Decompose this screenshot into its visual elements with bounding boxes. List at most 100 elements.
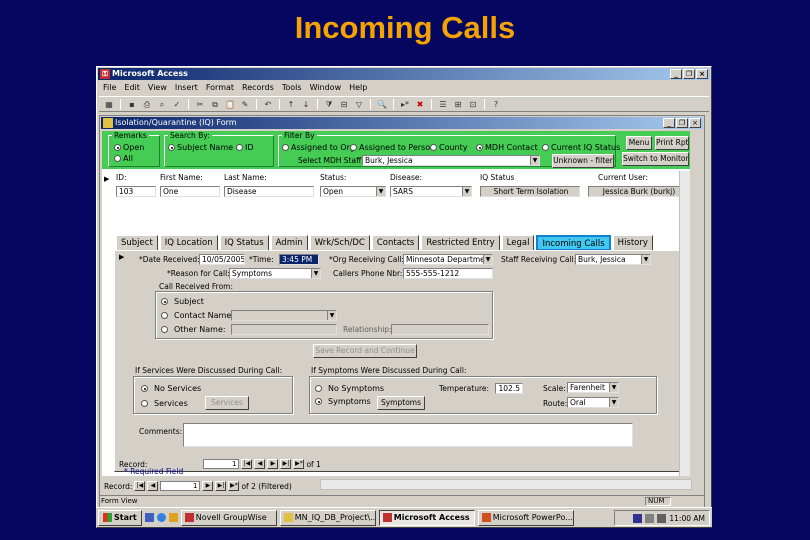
scale-dropdown[interactable]: Farenheit ▼ — [567, 382, 619, 393]
radio-assigned-person[interactable] — [350, 144, 357, 151]
chevron-down-icon[interactable]: ▼ — [311, 269, 320, 278]
chevron-down-icon[interactable]: ▼ — [376, 187, 385, 196]
radio-services[interactable] — [141, 400, 148, 407]
properties-icon[interactable]: ☰ — [437, 99, 449, 110]
filter-option-assigned-person[interactable]: Assigned to Person — [350, 143, 435, 152]
undo-icon[interactable]: ↶ — [262, 99, 274, 110]
callers-phone-field[interactable]: 555-555-1212 — [403, 268, 493, 279]
org-receiving-dropdown[interactable]: Minnesota Department ▼ — [403, 254, 493, 265]
services-button[interactable]: Services — [205, 396, 249, 410]
filter-option-assigned-org[interactable]: Assigned to Org — [282, 143, 355, 152]
record-option-all[interactable]: All — [114, 154, 133, 163]
task-project-folder[interactable]: MN_IQ_DB_Project\... — [279, 509, 376, 526]
help-icon[interactable]: ? — [490, 99, 502, 110]
print-icon[interactable]: ⎙ — [141, 99, 153, 110]
chevron-down-icon[interactable]: ▼ — [462, 187, 471, 196]
search-option-subject-name[interactable]: Subject Name — [168, 143, 233, 152]
find-icon[interactable]: 🔍 — [376, 99, 388, 110]
status-dropdown[interactable]: Open ▼ — [320, 186, 386, 197]
menu-records[interactable]: Records — [242, 82, 274, 94]
previous-record-icon[interactable]: ◀ — [254, 459, 266, 469]
symptoms-option-symptoms[interactable]: Symptoms — [315, 397, 371, 406]
copy-icon[interactable]: ⧉ — [209, 99, 221, 110]
cut-icon[interactable]: ✂ — [194, 99, 206, 110]
temperature-field[interactable]: 102.5 — [495, 383, 523, 394]
start-button[interactable]: Start — [98, 509, 142, 526]
main-new-record-icon[interactable]: ▶* — [228, 481, 240, 491]
tab-subject[interactable]: Subject — [116, 235, 158, 251]
task-groupwise[interactable]: Novell GroupWise — [180, 509, 277, 526]
services-option-none[interactable]: No Services — [141, 384, 201, 393]
last-record-icon[interactable]: ▶| — [280, 459, 292, 469]
volume-icon[interactable] — [657, 513, 667, 523]
chevron-down-icon[interactable]: ▼ — [530, 156, 539, 165]
subform-record-selector-icon[interactable]: ▶ — [119, 253, 127, 261]
new-object-icon[interactable]: ⊡ — [467, 99, 479, 110]
radio-mdh-contact[interactable] — [476, 144, 483, 151]
radio-received-contact[interactable] — [161, 312, 168, 319]
filter-option-current-iq-status[interactable]: Current IQ Status — [542, 143, 620, 152]
chevron-down-icon[interactable]: ▼ — [609, 398, 618, 407]
radio-subject-name[interactable] — [168, 144, 175, 151]
task-microsoft-access[interactable]: Microsoft Access — [378, 509, 475, 526]
main-next-record-icon[interactable]: ▶ — [202, 481, 214, 491]
sort-descending-icon[interactable]: ↓ — [300, 99, 312, 110]
new-record-nav-icon[interactable]: ▶* — [293, 459, 305, 469]
radio-received-subject[interactable] — [161, 298, 168, 305]
main-last-record-icon[interactable]: ▶| — [215, 481, 227, 491]
sort-ascending-icon[interactable]: ↑ — [285, 99, 297, 110]
restore-button[interactable]: ❐ — [683, 69, 695, 79]
form-close-button[interactable]: × — [689, 118, 701, 128]
form-minimize-button[interactable]: _ — [663, 118, 675, 128]
tab-iq-location[interactable]: IQ Location — [159, 235, 218, 251]
symptoms-option-none[interactable]: No Symptoms — [315, 384, 384, 393]
filter-option-county[interactable]: County — [430, 143, 468, 152]
save-icon[interactable]: ▪ — [126, 99, 138, 110]
radio-all[interactable] — [114, 155, 121, 162]
tab-legal[interactable]: Legal — [501, 235, 535, 251]
date-received-field[interactable]: 10/05/2005 — [199, 254, 245, 265]
record-selector-icon[interactable]: ▶ — [104, 175, 112, 183]
close-button[interactable]: × — [696, 69, 708, 79]
chevron-down-icon[interactable]: ▼ — [483, 255, 492, 264]
horizontal-scrollbar[interactable] — [320, 479, 692, 490]
search-option-id[interactable]: ID — [236, 143, 254, 152]
record-option-open[interactable]: Open — [114, 143, 144, 152]
outlook-icon[interactable] — [168, 513, 178, 522]
select-staff-dropdown[interactable]: Burk, Jessica ▼ — [362, 155, 540, 166]
network-icon[interactable] — [645, 513, 655, 523]
filter-by-selection-icon[interactable]: ⧩ — [323, 99, 335, 110]
tab-contacts[interactable]: Contacts — [371, 235, 420, 251]
show-desktop-icon[interactable] — [144, 513, 154, 522]
menu-insert[interactable]: Insert — [175, 82, 198, 94]
radio-open[interactable] — [114, 144, 121, 151]
delete-record-icon[interactable]: ✖ — [414, 99, 426, 110]
menu-format[interactable]: Format — [206, 82, 234, 94]
route-dropdown[interactable]: Oral ▼ — [567, 397, 619, 408]
received-from-contact[interactable]: Contact Name: — [161, 311, 234, 320]
form-titlebar[interactable]: Isolation/Quarantine (IQ) Form _ ❐ × — [101, 117, 703, 129]
next-record-icon[interactable]: ▶ — [267, 459, 279, 469]
database-window-icon[interactable]: ⊞ — [452, 99, 464, 110]
print-report-button[interactable]: Print Rpt — [655, 136, 689, 150]
tab-wrk-sch-dc[interactable]: Wrk/Sch/DC — [309, 235, 370, 251]
menu-button[interactable]: Menu — [626, 136, 652, 150]
main-first-record-icon[interactable]: |◀ — [134, 481, 146, 491]
radio-no-services[interactable] — [141, 385, 148, 392]
radio-received-other[interactable] — [161, 326, 168, 333]
subform-record-number[interactable]: 1 — [203, 459, 240, 469]
comments-field[interactable] — [183, 423, 633, 447]
id-field[interactable]: 103 — [116, 186, 156, 197]
design-view-icon[interactable]: ▦ — [103, 99, 115, 110]
chevron-down-icon[interactable]: ▼ — [641, 255, 650, 264]
main-previous-record-icon[interactable]: ◀ — [147, 481, 159, 491]
shield-icon[interactable] — [633, 513, 643, 523]
menu-edit[interactable]: Edit — [124, 82, 140, 94]
tab-incoming-calls[interactable]: Incoming Calls — [536, 235, 611, 251]
save-record-continue-button[interactable]: Save Record and Continue — [313, 344, 417, 358]
received-from-other[interactable]: Other Name: — [161, 325, 226, 334]
internet-explorer-icon[interactable] — [156, 513, 166, 522]
chevron-down-icon[interactable]: ▼ — [609, 383, 618, 392]
form-restore-button[interactable]: ❐ — [676, 118, 688, 128]
symptoms-button[interactable]: Symptoms — [377, 396, 425, 410]
